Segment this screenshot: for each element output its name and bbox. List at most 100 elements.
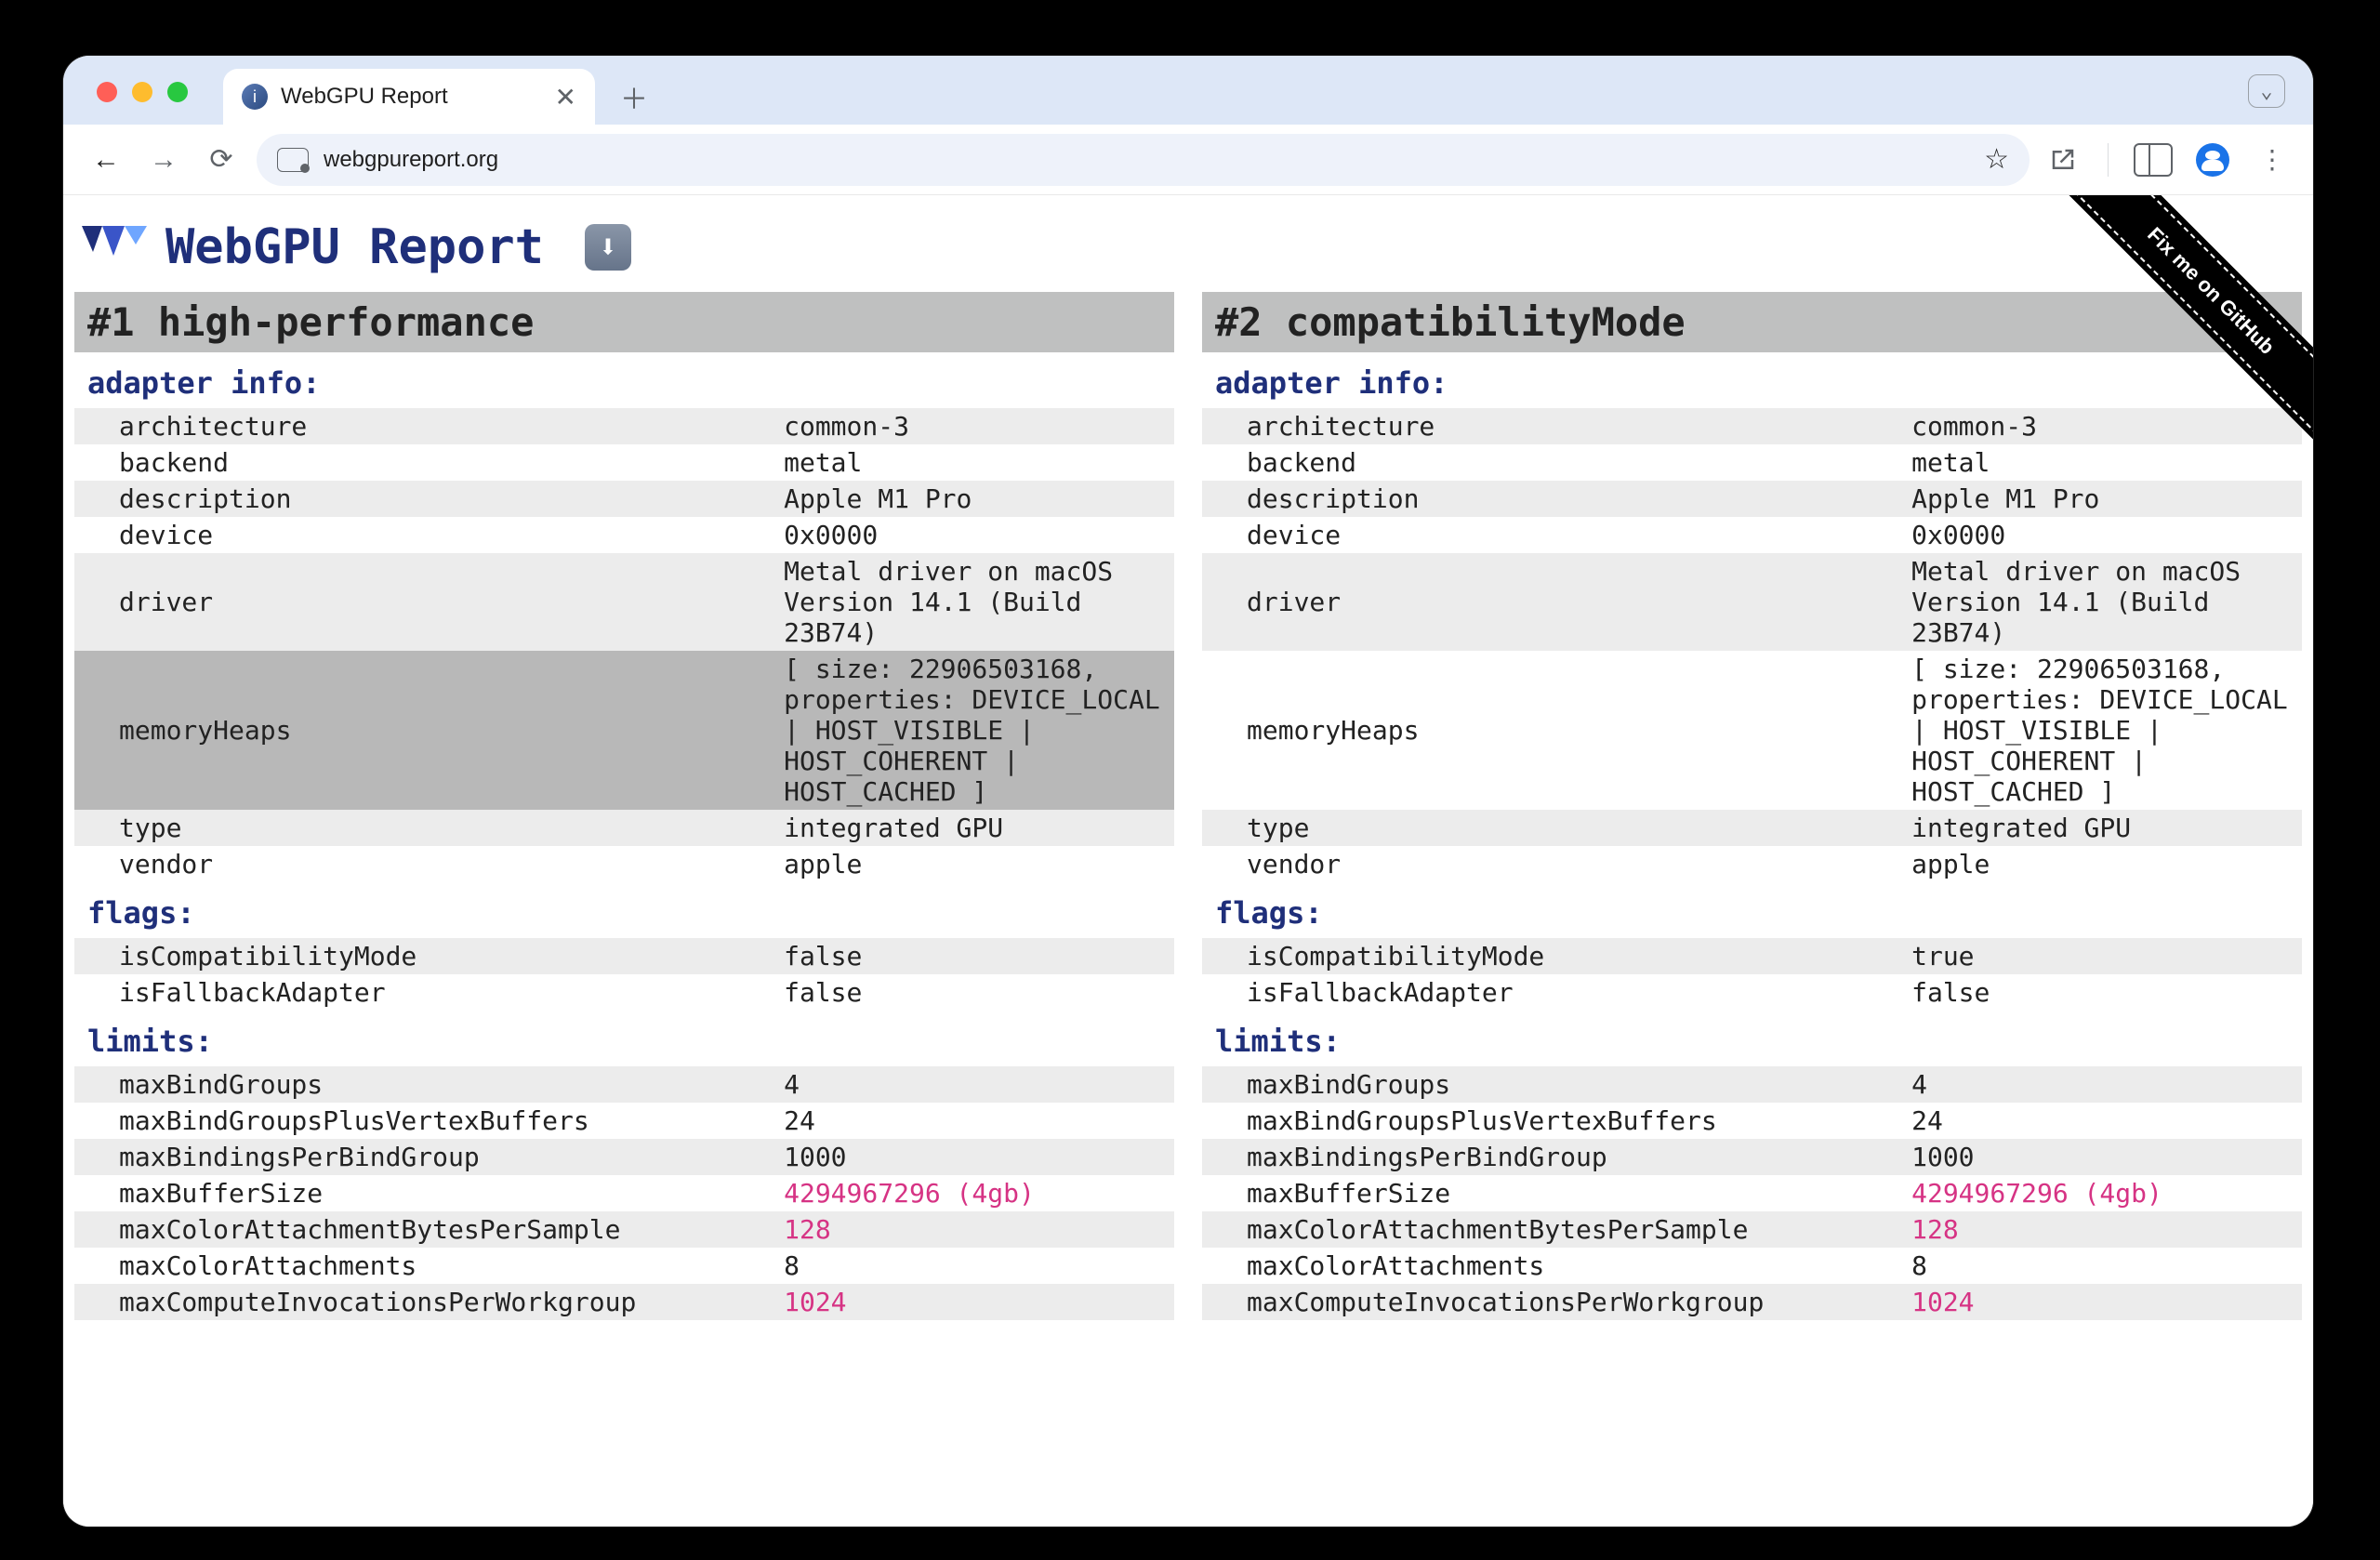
property-key: maxColorAttachments [1202,1248,1906,1284]
adapter-info-table: architecturecommon-3backendmetaldescript… [1202,408,2302,882]
table-row: vendorapple [1202,846,2302,882]
property-key: type [74,810,778,846]
table-row: maxBindingsPerBindGroup1000 [74,1139,1174,1175]
property-value: 0x0000 [778,517,1174,553]
table-row: architecturecommon-3 [74,408,1174,444]
extensions-icon[interactable] [2043,139,2083,180]
property-key: isFallbackAdapter [1202,974,1906,1011]
zoom-window-icon[interactable] [167,82,188,102]
property-key: isCompatibilityMode [1202,938,1906,974]
minimize-window-icon[interactable] [132,82,152,102]
table-row: typeintegrated GPU [1202,810,2302,846]
property-key: memoryHeaps [74,651,778,810]
property-value: false [778,974,1174,1011]
property-key: isFallbackAdapter [74,974,778,1011]
table-row: descriptionApple M1 Pro [1202,481,2302,517]
tab-title: WebGPU Report [281,84,448,110]
property-value: 1000 [778,1139,1174,1175]
property-value: 8 [1906,1248,2302,1284]
browser-window: i WebGPU Report ✕ ＋ ⌄ ← → ⟳ webgpureport… [63,56,2313,1527]
table-row: maxComputeInvocationsPerWorkgroup1024 [74,1284,1174,1320]
address-bar[interactable]: webgpureport.org ☆ [257,134,2030,186]
property-key: type [1202,810,1906,846]
property-key: maxColorAttachmentBytesPerSample [74,1211,778,1248]
property-value: apple [778,846,1174,882]
download-button[interactable]: ⬇ [585,224,631,271]
property-value: true [1906,938,2302,974]
property-value: 8 [778,1248,1174,1284]
tab-overflow-button[interactable]: ⌄ [2248,74,2285,108]
forward-button[interactable]: → [141,138,186,182]
property-key: memoryHeaps [1202,651,1906,810]
property-key: device [1202,517,1906,553]
table-row: maxComputeInvocationsPerWorkgroup1024 [1202,1284,2302,1320]
favicon-icon: i [242,84,268,110]
property-key: maxColorAttachmentBytesPerSample [1202,1211,1906,1248]
table-row: typeintegrated GPU [74,810,1174,846]
property-value: 24 [1906,1103,2302,1139]
table-row: maxBindGroups4 [74,1066,1174,1103]
property-key: maxBindGroups [1202,1066,1906,1103]
table-row: memoryHeaps[ size: 22906503168, properti… [74,651,1174,810]
adapter-column: #1 high-performanceadapter info:architec… [74,292,1174,1320]
property-value: [ size: 22906503168, properties: DEVICE_… [1906,651,2302,810]
url-text: webgpureport.org [324,147,498,173]
property-key: vendor [1202,846,1906,882]
reload-button[interactable]: ⟳ [199,138,244,182]
column-header: #1 high-performance [74,292,1174,352]
table-row: device0x0000 [1202,517,2302,553]
property-key: backend [74,444,778,481]
table-row: memoryHeaps[ size: 22906503168, properti… [1202,651,2302,810]
bookmark-icon[interactable]: ☆ [1984,143,2009,176]
table-row: device0x0000 [74,517,1174,553]
table-row: maxBufferSize4294967296 (4gb) [74,1175,1174,1211]
limits-heading: limits: [1202,1011,2302,1066]
page-title: WebGPU Report ⬇ [63,195,2313,292]
property-value: [ size: 22906503168, properties: DEVICE_… [778,651,1174,810]
kebab-menu-icon[interactable]: ⋮ [2252,139,2293,180]
property-key: maxComputeInvocationsPerWorkgroup [1202,1284,1906,1320]
table-row: maxBindGroups4 [1202,1066,2302,1103]
property-value: Metal driver on macOS Version 14.1 (Buil… [778,553,1174,651]
close-window-icon[interactable] [97,82,117,102]
table-row: isCompatibilityModetrue [1202,938,2302,974]
property-value: Apple M1 Pro [778,481,1174,517]
adapter-info-heading: adapter info: [1202,352,2302,408]
table-row: backendmetal [74,444,1174,481]
adapter-columns: #1 high-performanceadapter info:architec… [63,292,2313,1320]
property-key: vendor [74,846,778,882]
table-row: descriptionApple M1 Pro [74,481,1174,517]
back-button[interactable]: ← [84,138,128,182]
profile-avatar[interactable] [2192,139,2233,180]
adapter-column: #2 compatibilityModeadapter info:archite… [1202,292,2302,1320]
toolbar-divider [2108,143,2109,177]
window-controls [97,82,188,102]
close-tab-icon[interactable]: ✕ [555,82,576,112]
property-key: driver [1202,553,1906,651]
property-value: Apple M1 Pro [1906,481,2302,517]
table-row: backendmetal [1202,444,2302,481]
side-panel-icon[interactable] [2133,139,2174,180]
limits-table: maxBindGroups4maxBindGroupsPlusVertexBuf… [74,1066,1174,1320]
table-row: maxColorAttachmentBytesPerSample128 [1202,1211,2302,1248]
property-key: isCompatibilityMode [74,938,778,974]
site-info-icon[interactable] [277,148,309,172]
table-row: isFallbackAdapterfalse [1202,974,2302,1011]
property-value: false [1906,974,2302,1011]
property-value: 0x0000 [1906,517,2302,553]
property-value: 24 [778,1103,1174,1139]
property-value: integrated GPU [778,810,1174,846]
limits-heading: limits: [74,1011,1174,1066]
table-row: isCompatibilityModefalse [74,938,1174,974]
browser-tab[interactable]: i WebGPU Report ✕ [223,69,595,125]
property-key: description [74,481,778,517]
property-key: maxBindingsPerBindGroup [74,1139,778,1175]
property-key: maxBindGroups [74,1066,778,1103]
new-tab-button[interactable]: ＋ [610,73,658,121]
table-row: maxBindGroupsPlusVertexBuffers24 [1202,1103,2302,1139]
property-key: maxBufferSize [74,1175,778,1211]
table-row: maxBindingsPerBindGroup1000 [1202,1139,2302,1175]
limits-table: maxBindGroups4maxBindGroupsPlusVertexBuf… [1202,1066,2302,1320]
property-key: maxComputeInvocationsPerWorkgroup [74,1284,778,1320]
table-row: maxColorAttachmentBytesPerSample128 [74,1211,1174,1248]
